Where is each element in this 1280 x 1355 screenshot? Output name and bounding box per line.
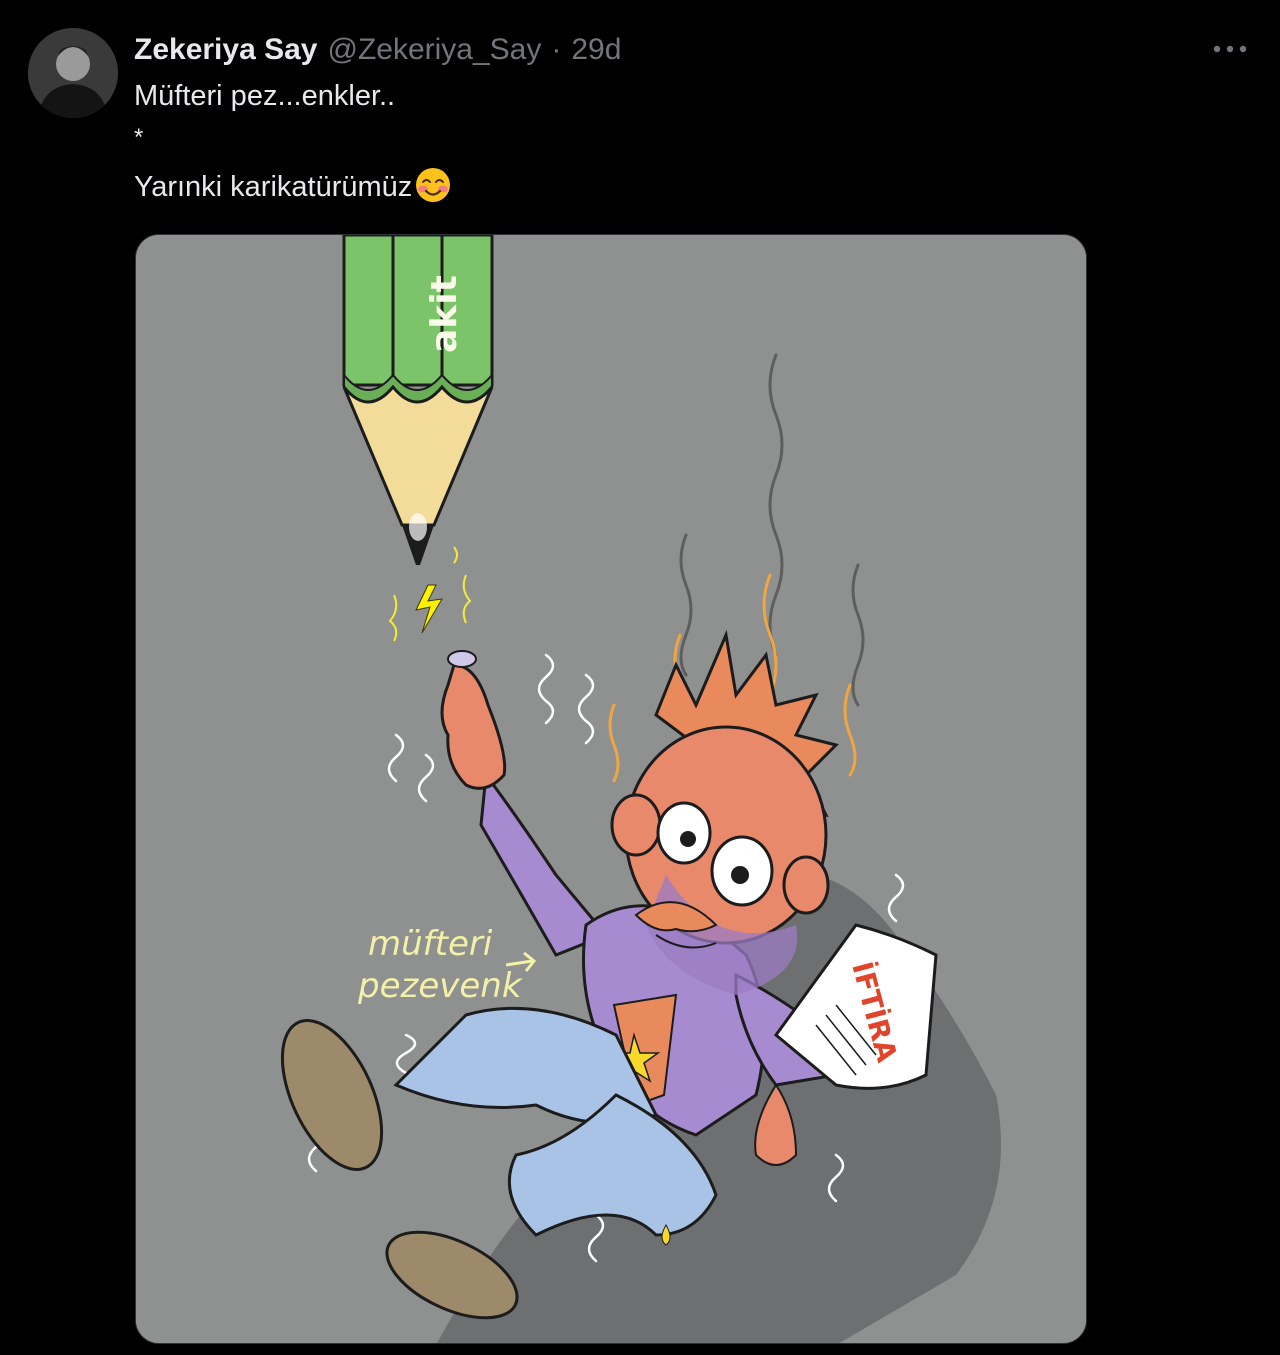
user-handle[interactable]: @Zekeriya_Say <box>327 33 541 67</box>
tweet-image[interactable]: akit İFTİRA müfteri pezevenk <box>135 234 1087 1344</box>
tweet[interactable]: Zekeriya Say @Zekeriya_Say · 29d Müfteri… <box>0 0 1280 1355</box>
timestamp[interactable]: 29d <box>571 33 621 67</box>
separator-dot: · <box>551 33 562 66</box>
more-options-icon[interactable] <box>1210 34 1250 64</box>
avatar[interactable] <box>28 28 118 118</box>
tweet-text: Yarınki karikatürümüz <box>134 171 413 203</box>
tweet-text-line: Müfteri pez...enkler.. <box>134 80 396 112</box>
tweet-text-line: * <box>134 124 144 151</box>
smiling-face-with-blush-icon <box>414 166 452 212</box>
caption-line-2: pezevenk <box>357 966 523 1006</box>
tweet-text-line: Yarınki karikatürümüz <box>134 166 452 212</box>
caption-line-1: müfteri <box>368 924 493 964</box>
pencil-brand-label: akit <box>424 275 465 353</box>
tweet-header: Zekeriya Say @Zekeriya_Say · 29d <box>134 28 621 72</box>
display-name[interactable]: Zekeriya Say <box>134 33 317 67</box>
